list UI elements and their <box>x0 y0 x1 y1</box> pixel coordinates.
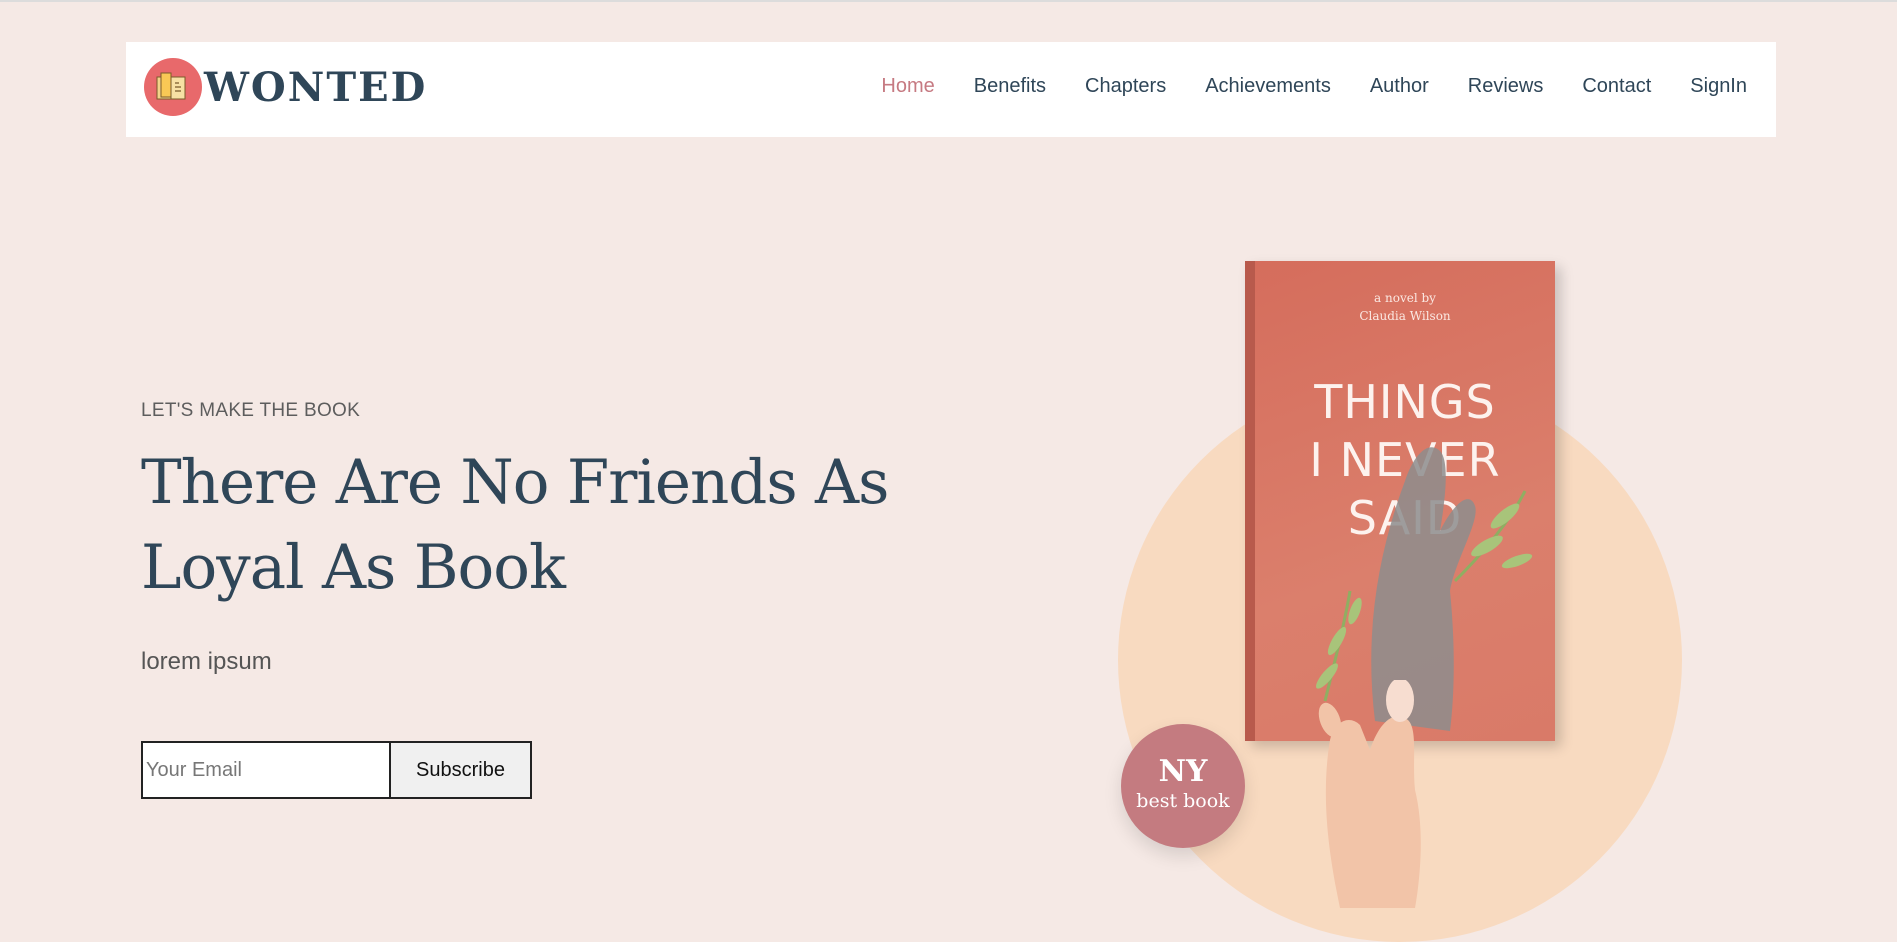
badge-main: NY <box>1158 754 1208 789</box>
hero-headline: There Are No Friends As Loyal As Book <box>141 440 941 610</box>
subscribe-form: Subscribe <box>141 741 532 799</box>
hero-subtitle: lorem ipsum <box>141 648 272 675</box>
hero-headline-line1: There Are No Friends As <box>141 447 889 518</box>
hero-kicker: LET'S MAKE THE BOOK <box>141 400 361 421</box>
book-logo-icon <box>144 58 202 116</box>
brand-name: WONTED <box>204 63 428 111</box>
hand-icon <box>1318 680 1421 908</box>
book-cover: a novel by Claudia Wilson THINGS I NEVER… <box>1245 261 1555 741</box>
nav-item-benefits[interactable]: Benefits <box>974 75 1046 98</box>
book-illustration-icon <box>1316 447 1533 731</box>
main-nav: Home Benefits Chapters Achievements Auth… <box>842 75 1747 98</box>
nav-item-contact[interactable]: Contact <box>1582 75 1651 98</box>
nav-item-achievements[interactable]: Achievements <box>1205 75 1331 98</box>
nav-item-author[interactable]: Author <box>1370 75 1429 98</box>
hero-text: LET'S MAKE THE BOOK There Are No Friends… <box>141 400 941 676</box>
logo[interactable]: WONTED <box>144 58 427 116</box>
hero-headline-line2: Loyal As Book <box>141 532 566 603</box>
top-border <box>0 0 1897 2</box>
email-input[interactable] <box>141 741 391 799</box>
nav-item-home[interactable]: Home <box>881 75 934 98</box>
nav-item-chapters[interactable]: Chapters <box>1085 75 1166 98</box>
navbar: WONTED Home Benefits Chapters Achievemen… <box>126 42 1776 137</box>
nav-item-reviews[interactable]: Reviews <box>1468 75 1544 98</box>
nav-item-signin[interactable]: SignIn <box>1690 75 1747 98</box>
badge-sub: best book <box>1136 790 1230 812</box>
ny-best-book-badge: NY best book <box>1121 724 1245 848</box>
subscribe-button[interactable]: Subscribe <box>391 741 532 799</box>
